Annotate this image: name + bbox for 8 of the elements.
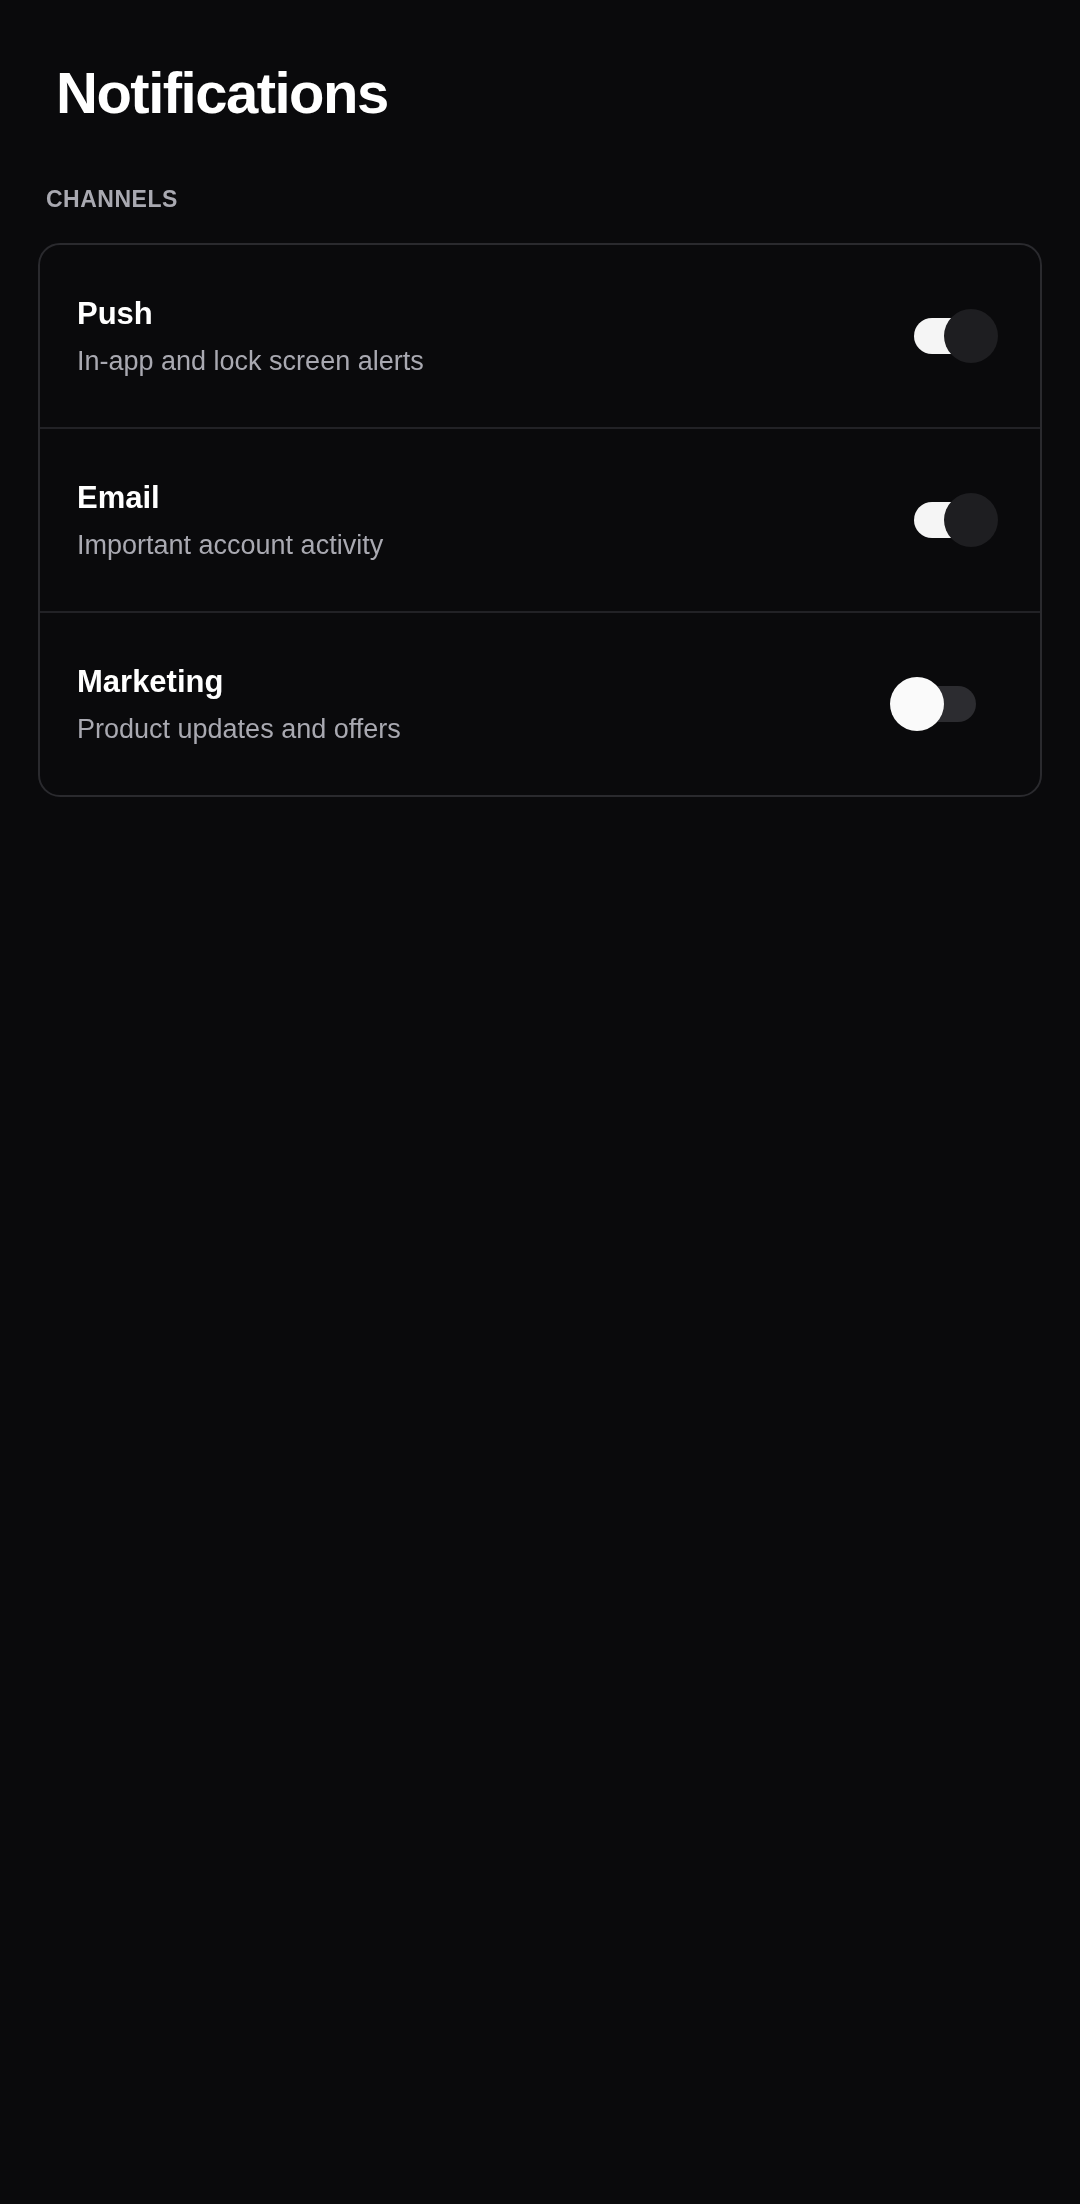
setting-description: Important account activity bbox=[77, 529, 384, 561]
setting-description: In-app and lock screen alerts bbox=[77, 345, 424, 377]
setting-title: Push bbox=[77, 295, 154, 332]
setting-description: Product updates and offers bbox=[77, 713, 401, 745]
setting-title: Email bbox=[77, 479, 161, 516]
page-title: Notifications bbox=[55, 59, 389, 127]
setting-title: Marketing bbox=[77, 663, 225, 700]
section-header: CHANNELS bbox=[46, 186, 179, 213]
